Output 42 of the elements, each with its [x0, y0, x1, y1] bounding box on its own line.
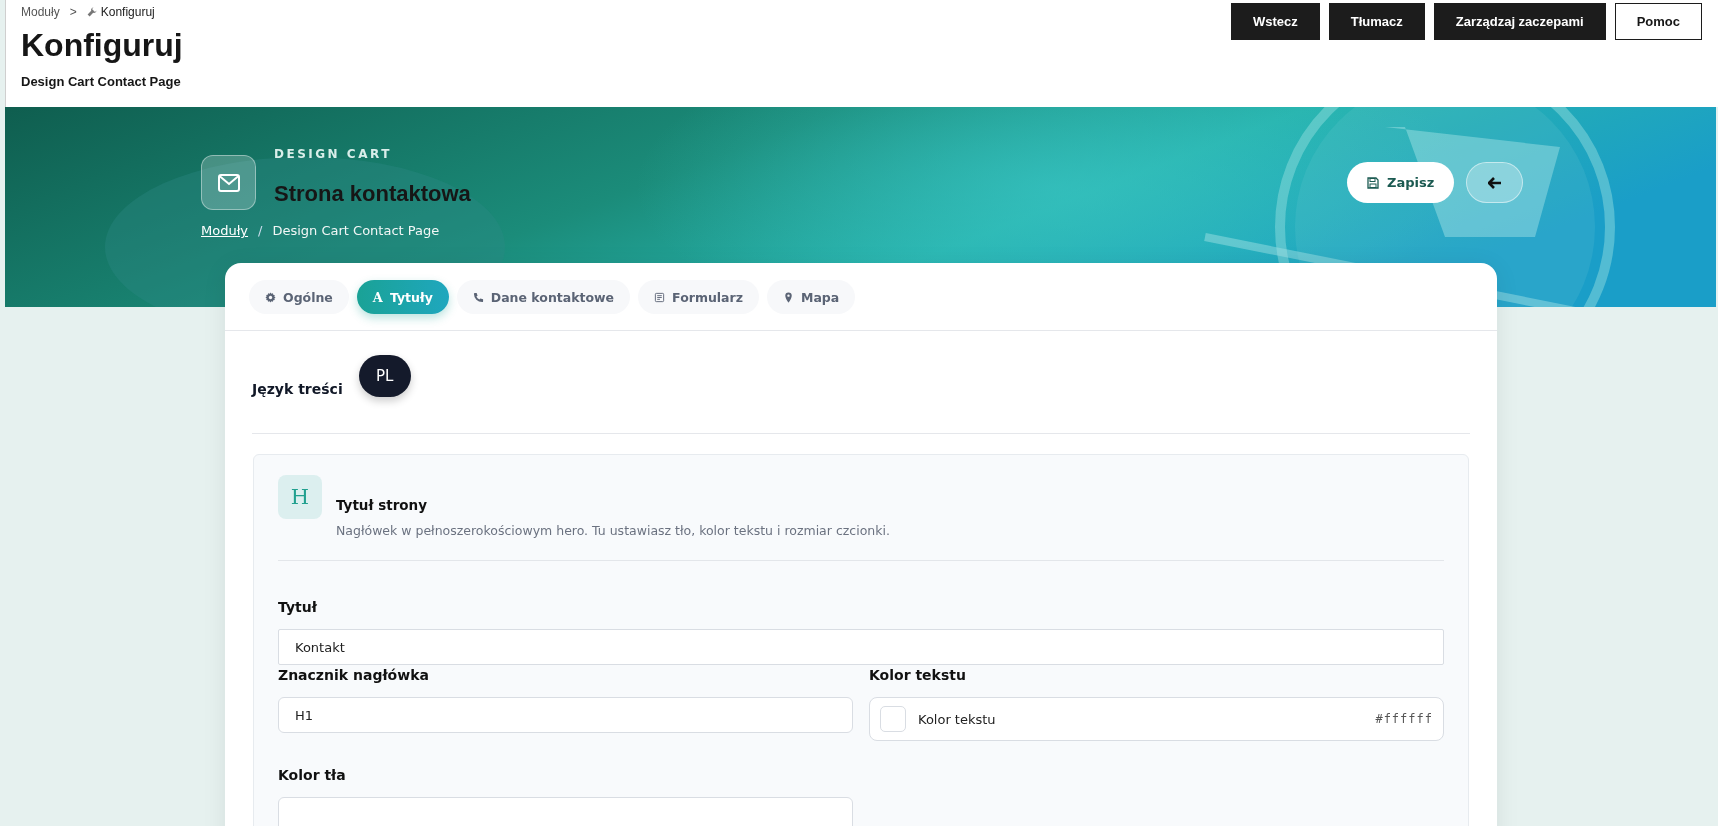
field-label: Kolor tła: [278, 767, 347, 783]
page-subtitle: Design Cart Contact Page: [21, 74, 182, 89]
section-title: Tytuł strony: [336, 497, 428, 513]
tab[interactable]: Ogólne: [249, 280, 349, 314]
field-label: Kolor tekstu: [869, 667, 967, 683]
breadcrumb-current: Design Cart Contact Page: [272, 223, 440, 238]
color-field[interactable]: Kolor tekstu #ffffff: [869, 697, 1444, 741]
action-button[interactable]: Zarządzaj zaczepami: [1433, 3, 1606, 40]
color-swatch[interactable]: [880, 706, 906, 732]
breadcrumb-separator: /: [258, 223, 263, 238]
field-label: Tytuł: [278, 599, 318, 615]
arrow-left-icon: [1487, 176, 1502, 189]
input-field[interactable]: H1: [278, 697, 853, 733]
action-button[interactable]: Tłumacz: [1328, 3, 1425, 40]
phone-icon: [472, 291, 484, 303]
breadcrumb-separator: >: [69, 5, 77, 19]
hero-eyebrow: DESIGN CART: [274, 147, 393, 161]
hero-title: Strona kontaktowa: [274, 181, 471, 207]
tab[interactable]: Mapa: [767, 280, 856, 314]
wrench-icon: [86, 7, 97, 17]
breadcrumb-current: Konfiguruj: [100, 5, 155, 19]
language-toggle[interactable]: PL: [358, 355, 411, 397]
tab[interactable]: Dane kontaktowe: [456, 280, 631, 314]
action-button[interactable]: Pomoc: [1614, 3, 1702, 40]
tab[interactable]: Formularz: [638, 280, 759, 314]
language-label: Język treści: [252, 381, 343, 397]
font-icon: A: [372, 289, 383, 305]
page-title: Konfiguruj: [21, 27, 183, 64]
gear-icon: [265, 291, 276, 303]
input-field[interactable]: [278, 797, 853, 826]
heading-icon: H: [278, 475, 322, 519]
form-icon: [654, 291, 666, 303]
input-field[interactable]: Kontakt: [278, 629, 1444, 665]
breadcrumb-link[interactable]: Moduły: [201, 223, 249, 238]
field-label: Znacznik nagłówka: [278, 667, 430, 683]
back-button[interactable]: [1466, 162, 1524, 203]
pin-icon: [783, 291, 794, 303]
envelope-icon: [201, 155, 256, 210]
breadcrumb-link[interactable]: Moduły: [21, 5, 60, 19]
action-button[interactable]: Wstecz: [1230, 3, 1320, 40]
save-button[interactable]: Zapisz: [1347, 162, 1455, 203]
section-description: Nagłówek w pełnoszerokościowym hero. Tu ustawiasz tło, kolor tekstu i rozmiar czcionki.: [336, 523, 890, 538]
